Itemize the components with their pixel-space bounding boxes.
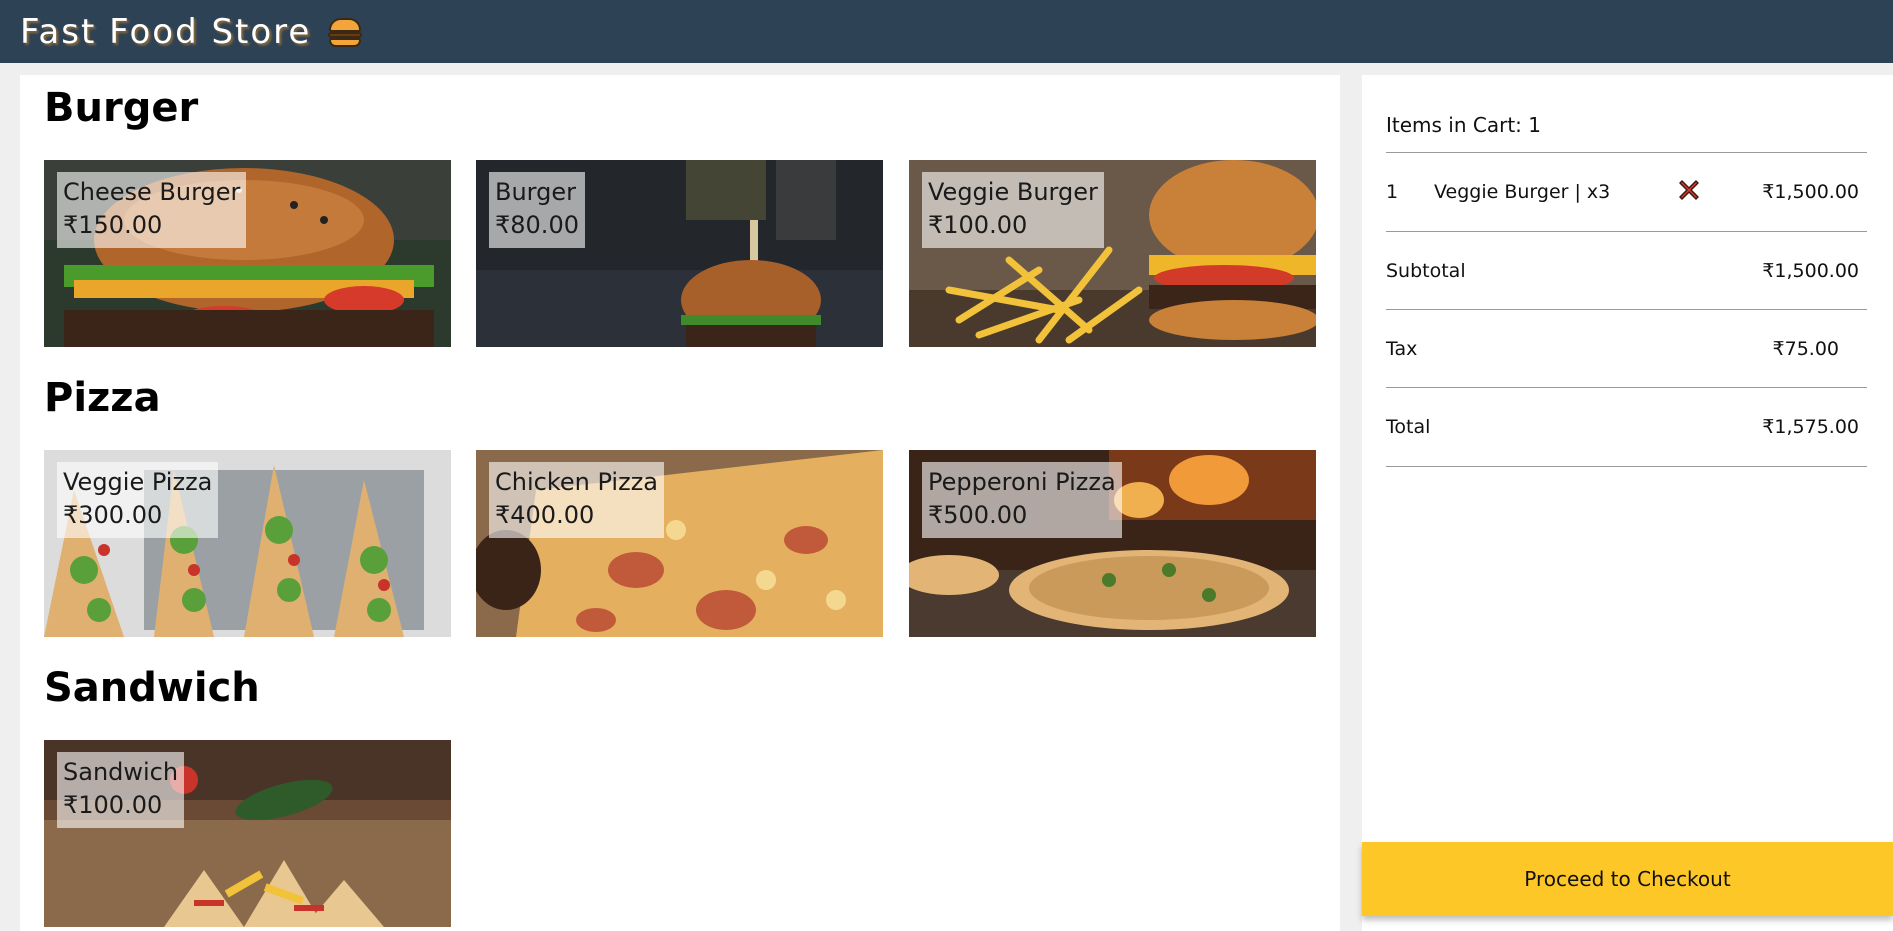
- menu-item-sandwich[interactable]: Sandwich ₹100.00: [44, 740, 451, 927]
- item-label: Cheese Burger ₹150.00: [57, 172, 247, 248]
- item-name: Pepperoni Pizza: [928, 468, 1116, 496]
- menu-item-veggie-burger[interactable]: Veggie Burger ₹100.00: [909, 160, 1316, 347]
- menu-panel: Burger Cheese Burger ₹150.00 Burger ₹80.…: [20, 75, 1340, 931]
- menu-item-burger[interactable]: Burger ₹80.00: [476, 160, 883, 347]
- item-price: ₹100.00: [63, 791, 163, 819]
- cart-panel: Items in Cart: 1 1 Veggie Burger | x3 ₹1…: [1362, 75, 1893, 931]
- item-price: ₹500.00: [928, 501, 1028, 529]
- item-price: ₹80.00: [495, 211, 579, 239]
- cart-divider: [1386, 466, 1867, 467]
- item-label: Chicken Pizza ₹400.00: [489, 462, 664, 538]
- item-label: Sandwich ₹100.00: [57, 752, 185, 828]
- item-name: Veggie Burger: [928, 178, 1098, 206]
- total-label: Total: [1386, 415, 1431, 438]
- total-row: Total ₹1,575.00: [1386, 387, 1867, 465]
- item-price: ₹150.00: [63, 211, 163, 239]
- category-title-burger: Burger: [44, 85, 199, 131]
- item-label: Veggie Burger ₹100.00: [922, 172, 1104, 248]
- item-label: Pepperoni Pizza ₹500.00: [922, 462, 1122, 538]
- tax-label: Tax: [1386, 337, 1418, 360]
- subtotal-value: ₹1,500.00: [1762, 259, 1859, 282]
- item-name: Burger: [495, 178, 576, 206]
- cart-item-count: Items in Cart: 1: [1386, 113, 1541, 137]
- cart-item-index: 1: [1386, 180, 1399, 203]
- cart-item-name: Veggie Burger | x3: [1434, 180, 1611, 203]
- tax-row: Tax ₹75.00: [1386, 309, 1867, 387]
- item-name: Sandwich: [63, 758, 179, 786]
- item-name: Cheese Burger: [63, 178, 241, 206]
- item-name: Veggie Pizza: [63, 468, 213, 496]
- cart-item-row: 1 Veggie Burger | x3 ₹1,500.00: [1386, 152, 1867, 230]
- category-title-sandwich: Sandwich: [44, 665, 260, 711]
- menu-item-veggie-pizza[interactable]: Veggie Pizza ₹300.00: [44, 450, 451, 637]
- category-title-pizza: Pizza: [44, 375, 161, 421]
- proceed-to-checkout-button[interactable]: Proceed to Checkout: [1362, 842, 1893, 916]
- item-label: Veggie Pizza ₹300.00: [57, 462, 219, 538]
- item-price: ₹400.00: [495, 501, 595, 529]
- tax-value: ₹75.00: [1772, 337, 1839, 360]
- burger-icon: [327, 16, 363, 48]
- menu-item-cheese-burger[interactable]: Cheese Burger ₹150.00: [44, 160, 451, 347]
- cart-item-amount: ₹1,500.00: [1762, 180, 1859, 203]
- subtotal-label: Subtotal: [1386, 259, 1466, 282]
- item-name: Chicken Pizza: [495, 468, 658, 496]
- item-label: Burger ₹80.00: [489, 172, 585, 248]
- menu-item-pepperoni-pizza[interactable]: Pepperoni Pizza ₹500.00: [909, 450, 1316, 637]
- close-icon[interactable]: [1676, 177, 1702, 203]
- item-price: ₹300.00: [63, 501, 163, 529]
- subtotal-row: Subtotal ₹1,500.00: [1386, 231, 1867, 309]
- app-title: Fast Food Store: [20, 11, 312, 52]
- item-price: ₹100.00: [928, 211, 1028, 239]
- top-bar: Fast Food Store: [0, 0, 1893, 63]
- total-value: ₹1,575.00: [1762, 415, 1859, 438]
- menu-item-chicken-pizza[interactable]: Chicken Pizza ₹400.00: [476, 450, 883, 637]
